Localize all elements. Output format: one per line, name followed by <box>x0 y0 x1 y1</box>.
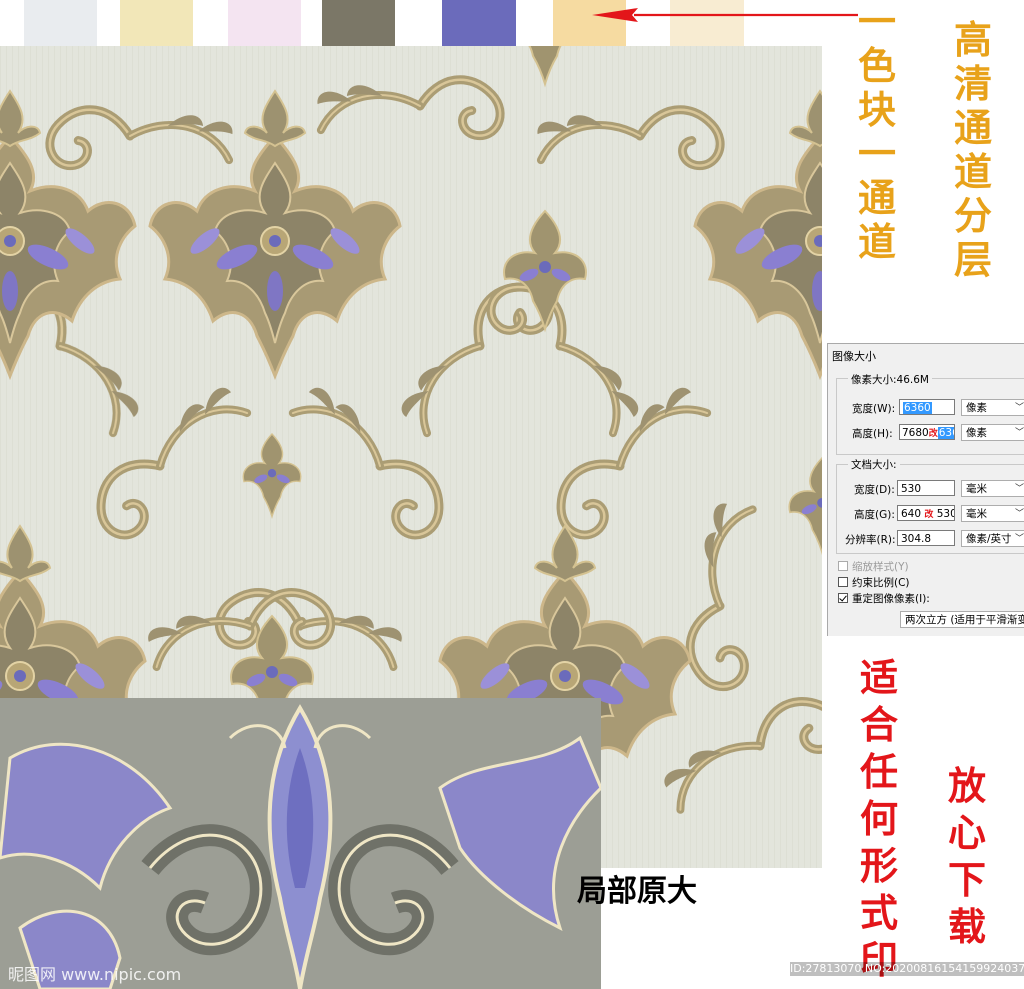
doc-height-unit: 毫米 <box>966 508 987 520</box>
doc-height-input[interactable]: 640 改 530 <box>897 505 955 521</box>
resample-checkbox[interactable] <box>838 593 848 603</box>
resolution-label: 分辨率(R): <box>845 534 896 546</box>
doc-height-unit-select[interactable]: 毫米 ﹀ <box>961 505 1024 522</box>
annotation-hd-channel-layers: 高清通道分层 <box>953 17 992 282</box>
swatch-3 <box>228 0 301 46</box>
document-size-label: 文档大小: <box>848 457 900 472</box>
doc-width-label: 宽度(D): <box>854 484 895 496</box>
pixel-dimensions-label: 像素大小:46.6M <box>848 372 932 387</box>
width-label: 宽度(W): <box>852 403 896 415</box>
resample-label: 重定图像像素(I): <box>852 593 930 605</box>
swatch-1 <box>24 0 97 46</box>
closeup-label: 局部原大 <box>577 874 697 909</box>
height-input[interactable]: 7680改6360 <box>899 424 955 440</box>
site-watermark: 昵图网 www.nipic.com <box>8 965 182 984</box>
swatch-2 <box>120 0 193 46</box>
height-label: 高度(H): <box>852 428 893 440</box>
resample-method: 两次立方 (适用于平滑渐变 <box>905 614 1024 626</box>
height-old-value: 7680 <box>902 427 929 439</box>
width-value: 6360 <box>903 402 932 414</box>
swatch-4 <box>322 0 395 46</box>
scale-styles-checkbox[interactable] <box>838 561 848 571</box>
height-change-mark: 改 <box>928 429 938 439</box>
scale-styles-label: 缩放样式(Y) <box>852 561 909 573</box>
chevron-down-icon: ﹀ <box>1014 509 1024 519</box>
pixel-dimensions-group <box>836 378 1024 455</box>
closeup-detail-image <box>0 698 601 989</box>
annotation-one-color-one-channel: 一色块一通道 <box>857 0 896 264</box>
resolution-input[interactable]: 304.8 <box>897 530 955 546</box>
doc-height-old-value: 640 <box>901 508 922 520</box>
annotation-download: 放心下载 <box>947 763 986 949</box>
annotation-any-print: 适合任何形式印 <box>859 655 898 982</box>
height-unit-select[interactable]: 像素 ﹀ <box>961 424 1024 441</box>
doc-width-input[interactable]: 530 <box>897 480 955 496</box>
resample-method-select[interactable]: 两次立方 (适用于平滑渐变 <box>900 611 1024 628</box>
id-watermark: ID:27813070 NO:20200816154159924037 <box>790 962 1024 976</box>
resolution-unit: 像素/英寸 <box>966 533 1012 545</box>
width-unit-select[interactable]: 像素 ﹀ <box>961 399 1024 416</box>
chevron-down-icon: ﹀ <box>1014 403 1024 413</box>
chevron-down-icon: ﹀ <box>1014 484 1024 494</box>
constrain-proportions-label: 约束比例(C) <box>852 577 910 589</box>
constrain-proportions-checkbox[interactable] <box>838 577 848 587</box>
chevron-down-icon: ﹀ <box>1014 428 1024 438</box>
swatch-5 <box>442 0 516 46</box>
doc-height-change-mark: 改 <box>924 510 934 520</box>
doc-height-label: 高度(G): <box>854 509 895 521</box>
red-arrow-icon <box>592 8 858 22</box>
doc-height-value: 530 <box>936 508 955 520</box>
width-input[interactable]: 6360 <box>899 399 955 415</box>
doc-width-value: 530 <box>901 483 922 495</box>
height-unit: 像素 <box>966 427 987 439</box>
dialog-title: 图像大小 <box>832 350 876 363</box>
width-unit: 像素 <box>966 402 987 414</box>
resolution-unit-select[interactable]: 像素/英寸 ﹀ <box>961 530 1024 547</box>
chevron-down-icon: ﹀ <box>1014 534 1024 544</box>
resolution-value: 304.8 <box>901 533 932 545</box>
image-size-dialog: 图像大小 像素大小:46.6M 宽度(W): 6360 像素 ﹀ 高度(H): 7… <box>827 343 1024 636</box>
height-value: 6360 <box>937 427 954 439</box>
doc-width-unit-select[interactable]: 毫米 ﹀ <box>961 480 1024 497</box>
doc-width-unit: 毫米 <box>966 483 987 495</box>
